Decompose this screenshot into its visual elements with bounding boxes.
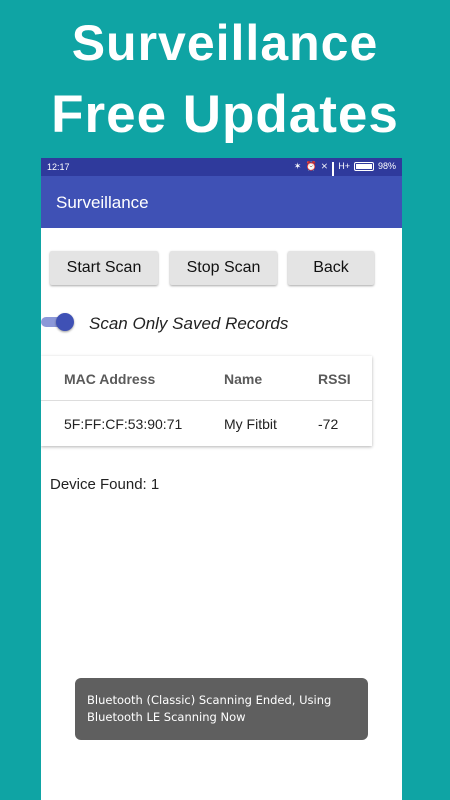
no-signal-icon: ⨯ [320, 161, 329, 171]
stop-scan-button[interactable]: Stop Scan [170, 251, 277, 285]
status-time: 12:17 [47, 162, 70, 172]
phone-screen: 12:17 ✶ ⏰ ⨯ H+ 98% Surveillance Start Sc… [41, 158, 402, 800]
back-button[interactable]: Back [288, 251, 374, 285]
header-name: Name [224, 371, 263, 387]
cell-rssi: -72 [318, 416, 339, 432]
status-bar: 12:17 ✶ ⏰ ⨯ H+ 98% [41, 158, 402, 186]
scan-saved-label: Scan Only Saved Records [89, 314, 289, 333]
status-icons: ✶ ⏰ ⨯ H+ 98% [293, 161, 396, 186]
header-rssi: RSSI [318, 371, 351, 387]
start-scan-button[interactable]: Start Scan [50, 251, 158, 285]
toast-line1: Bluetooth (Classic) Scanning Ended, Usin… [87, 693, 332, 707]
table-row[interactable]: 5F:FF:CF:53:90:71 My Fitbit -72 [41, 401, 372, 445]
device-table: MAC Address Name RSSI 5F:FF:CF:53:90:71 … [41, 356, 372, 446]
app-title: Surveillance [56, 193, 149, 212]
promo-banner: Surveillance Free Updates [0, 0, 450, 158]
cell-mac: 5F:FF:CF:53:90:71 [64, 416, 183, 432]
scan-saved-toggle[interactable] [41, 313, 77, 331]
promo-title-line2: Free Updates [51, 85, 399, 144]
cell-name: My Fitbit [224, 416, 277, 432]
toast-line2: Bluetooth LE Scanning Now [87, 710, 246, 724]
header-mac: MAC Address [64, 371, 156, 387]
device-found-count: Device Found: 1 [50, 476, 160, 493]
app-bar: Surveillance [41, 176, 402, 228]
toast-message: Bluetooth (Classic) Scanning Ended, Usin… [75, 678, 368, 740]
network-type: H+ [338, 161, 350, 171]
toggle-thumb [56, 313, 74, 331]
battery-icon [353, 162, 374, 171]
promo-title-line1: Surveillance [71, 15, 379, 71]
table-header: MAC Address Name RSSI [41, 356, 372, 401]
bluetooth-icon: ✶ [293, 161, 302, 171]
alarm-icon: ⏰ [305, 161, 317, 171]
signal-icon [332, 162, 335, 186]
battery-percent: 98% [377, 161, 396, 171]
